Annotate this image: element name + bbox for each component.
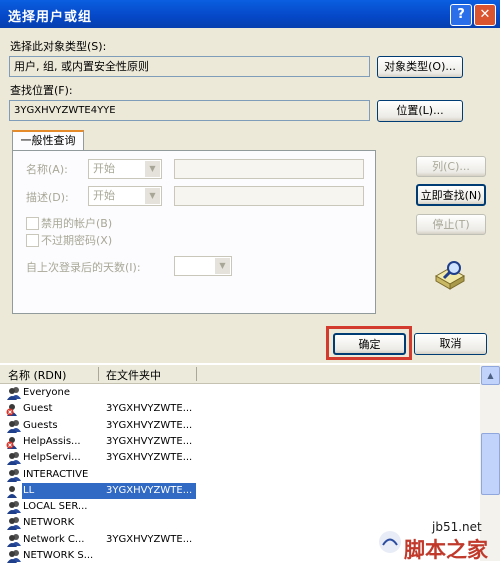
nonexpiring-password-checkbox[interactable] (26, 234, 39, 247)
row-name: Everyone (23, 387, 71, 398)
group-icon (6, 386, 21, 400)
group-icon (6, 500, 21, 514)
days-since-logon-label: 自上次登录后的天数(I): (26, 261, 141, 274)
row-folder: 3YGXHVYZWTE... (106, 420, 193, 431)
table-row[interactable]: LOCAL SER... (0, 499, 480, 515)
user-disabled-icon (6, 435, 21, 449)
row-folder: 3YGXHVYZWTE... (106, 452, 193, 463)
group-icon (6, 468, 21, 482)
help-button[interactable]: ? (450, 4, 472, 26)
description-mode-value: 开始 (93, 189, 115, 202)
scroll-thumb[interactable] (481, 433, 500, 495)
watermark-url: jb51.net (432, 520, 482, 534)
description-label: 描述(D): (26, 191, 69, 204)
location-label: 查找位置(F): (10, 84, 73, 97)
name-mode-value: 开始 (93, 162, 115, 175)
table-row[interactable]: HelpServi... 3YGXHVYZWTE... (0, 450, 480, 466)
ok-button[interactable]: 确定 (333, 333, 406, 355)
object-type-field: 用户, 组, 或内置安全性原则 (9, 56, 370, 77)
table-row[interactable]: Everyone (0, 385, 480, 401)
chevron-down-icon: ▼ (145, 188, 160, 204)
row-folder: 3YGXHVYZWTE... (106, 403, 193, 414)
disabled-accounts-label: 禁用的帐户(B) (41, 217, 113, 230)
group-icon (6, 419, 21, 433)
table-row[interactable]: NETWORK (0, 515, 480, 531)
watermark-text: 脚本之家 (404, 538, 488, 562)
name-mode-select[interactable]: 开始 ▼ (88, 159, 162, 179)
row-name: HelpServi... (23, 452, 81, 463)
group-icon (6, 533, 21, 547)
tab-general-query[interactable]: 一般性查询 (12, 130, 84, 152)
watermark-logo-icon (379, 531, 401, 553)
row-name: INTERACTIVE (23, 469, 89, 480)
row-name: Network C... (23, 534, 85, 545)
disabled-accounts-checkbox[interactable] (26, 217, 39, 230)
row-folder: 3YGXHVYZWTE... (106, 485, 193, 496)
vertical-scrollbar[interactable]: ▲ (480, 365, 500, 561)
nonexpiring-password-label: 不过期密码(X) (41, 234, 113, 247)
chevron-down-icon: ▼ (215, 258, 230, 274)
column-header-name[interactable]: 名称 (RDN) (8, 367, 66, 383)
object-types-button[interactable]: 对象类型(O)... (377, 56, 463, 78)
column-divider[interactable] (196, 367, 197, 381)
table-row[interactable]: LL 3YGXHVYZWTE... (0, 483, 480, 499)
columns-button[interactable]: 列(C)... (416, 156, 486, 177)
group-icon (6, 516, 21, 530)
name-input[interactable] (174, 159, 364, 179)
column-divider[interactable] (98, 367, 99, 381)
days-since-logon-select[interactable]: ▼ (174, 256, 232, 276)
table-row[interactable]: Guests 3YGXHVYZWTE... (0, 418, 480, 434)
row-name: HelpAssis... (23, 436, 81, 447)
name-label: 名称(A): (26, 163, 68, 176)
close-button[interactable]: ✕ (474, 4, 496, 26)
stop-button[interactable]: 停止(T) (416, 214, 486, 235)
row-name: LOCAL SER... (23, 501, 88, 512)
locations-button[interactable]: 位置(L)... (377, 100, 463, 122)
table-row[interactable]: INTERACTIVE (0, 467, 480, 483)
search-icon (432, 258, 468, 292)
row-name: NETWORK S... (23, 550, 94, 561)
user-icon (6, 484, 21, 498)
chevron-down-icon: ▼ (145, 161, 160, 177)
find-now-button[interactable]: 立即查找(N) (416, 184, 486, 206)
object-type-label: 选择此对象类型(S): (10, 40, 107, 53)
row-name: Guests (23, 420, 58, 431)
window-title: 选择用户或组 (8, 10, 93, 25)
title-bar[interactable]: 选择用户或组 ? ✕ (0, 0, 500, 28)
column-header-folder[interactable]: 在文件夹中 (106, 367, 161, 383)
cancel-button[interactable]: 取消 (414, 333, 487, 355)
table-row[interactable]: HelpAssis... 3YGXHVYZWTE... (0, 434, 480, 450)
scroll-up-arrow-icon[interactable]: ▲ (481, 366, 500, 385)
row-name: LL (23, 485, 35, 496)
description-input[interactable] (174, 186, 364, 206)
table-row[interactable]: Guest 3YGXHVYZWTE... (0, 401, 480, 417)
row-name: Guest (23, 403, 53, 414)
row-folder: 3YGXHVYZWTE... (106, 436, 193, 447)
user-disabled-icon (6, 402, 21, 416)
row-name: NETWORK (23, 517, 75, 528)
group-icon (6, 451, 21, 465)
results-header: 名称 (RDN) 在文件夹中 (0, 365, 480, 384)
description-mode-select[interactable]: 开始 ▼ (88, 186, 162, 206)
row-folder: 3YGXHVYZWTE... (106, 534, 193, 545)
location-field: 3YGXHVYZWTE4YYE (9, 100, 370, 121)
